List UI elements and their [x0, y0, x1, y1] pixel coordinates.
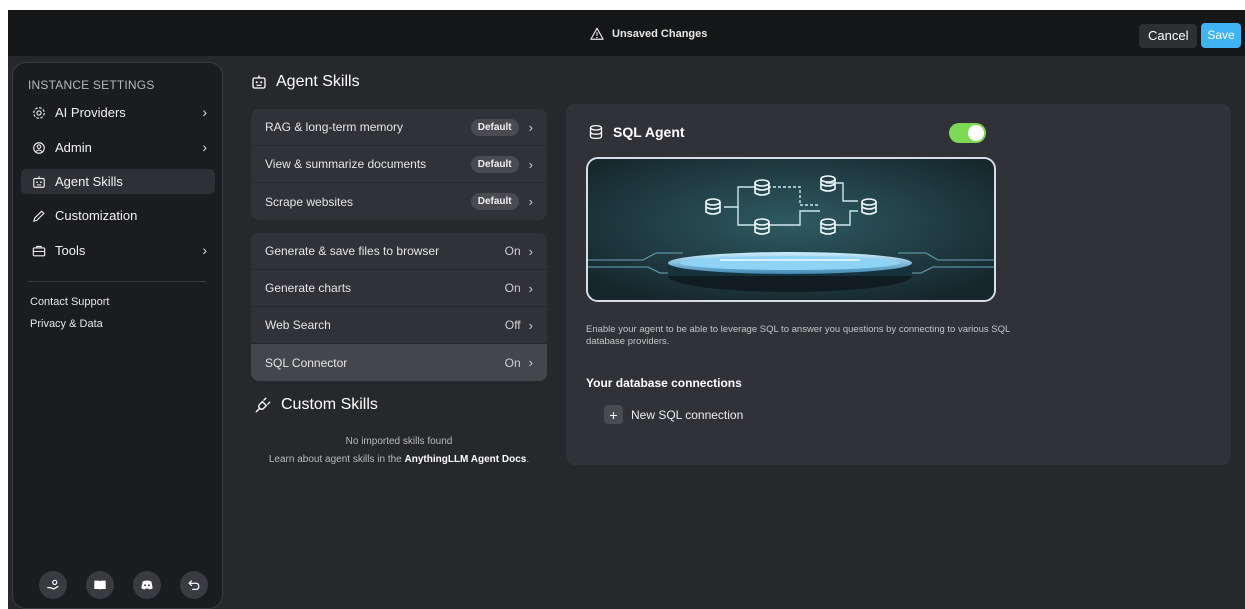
- panel-title-text: SQL Agent: [613, 124, 685, 140]
- skill-row-sql-connector[interactable]: SQL Connector On ›: [251, 344, 547, 381]
- chevron-right-icon: ›: [528, 156, 533, 172]
- sidebar-item-tools[interactable]: Tools ›: [21, 238, 215, 263]
- skill-row-view-summarize[interactable]: View & summarize documents Default ›: [251, 146, 547, 183]
- gear-icon: [31, 105, 47, 121]
- sidebar-item-customization[interactable]: Customization: [21, 203, 215, 228]
- sql-agent-toggle[interactable]: [949, 123, 986, 143]
- chevron-right-icon: ›: [528, 280, 533, 296]
- unsaved-changes-indicator: Unsaved Changes: [590, 27, 707, 41]
- warning-icon: [590, 27, 604, 40]
- top-bar: Unsaved Changes Cancel Save: [8, 10, 1245, 56]
- skill-row-scrape-websites[interactable]: Scrape websites Default ›: [251, 183, 547, 220]
- skill-state: On: [504, 355, 521, 370]
- default-badge: Default: [470, 193, 519, 210]
- skill-label: View & summarize documents: [265, 157, 427, 171]
- database-connections-heading: Your database connections: [586, 376, 742, 390]
- skill-label: SQL Connector: [265, 355, 348, 370]
- sidebar-item-label: Admin: [55, 140, 92, 155]
- skill-state: On: [504, 244, 521, 258]
- skill-label: RAG & long-term memory: [265, 120, 404, 134]
- sidebar-item-ai-providers[interactable]: AI Providers ›: [21, 100, 215, 125]
- sidebar-divider: [28, 281, 206, 282]
- sidebar-item-agent-skills[interactable]: Agent Skills: [21, 169, 215, 194]
- chevron-right-icon: ›: [528, 355, 533, 370]
- panel-title: SQL Agent: [588, 124, 685, 140]
- app-window: Unsaved Changes Cancel Save INSTANCE SET…: [8, 10, 1245, 609]
- custom-skills-title: Custom Skills: [254, 396, 378, 414]
- toggle-knob: [968, 125, 984, 141]
- chevron-right-icon: ›: [528, 317, 533, 333]
- sidebar-item-label: Agent Skills: [55, 174, 123, 189]
- no-skills-text: No imported skills found: [345, 436, 453, 447]
- user-gear-icon: [31, 140, 47, 156]
- plug-icon: [255, 397, 271, 413]
- skill-row-web-search[interactable]: Web Search Off ›: [251, 307, 547, 344]
- chevron-right-icon: ›: [528, 194, 533, 209]
- robot-icon: [31, 174, 47, 190]
- return-icon[interactable]: [180, 571, 208, 599]
- plus-icon: +: [604, 405, 623, 424]
- sidebar-footer: [39, 571, 208, 599]
- docs-suffix: .: [526, 454, 530, 465]
- sql-agent-panel: SQL Agent Enable your agent to be able t…: [566, 104, 1231, 465]
- skill-row-save-files[interactable]: Generate & save files to browser On ›: [251, 233, 547, 270]
- robot-icon: [252, 75, 266, 89]
- unsaved-changes-label: Unsaved Changes: [612, 28, 708, 40]
- sql-agent-description: Enable your agent to be able to leverage…: [586, 324, 1010, 347]
- default-badge: Default: [470, 118, 519, 136]
- agent-docs-link[interactable]: AnythingLLM Agent Docs: [405, 454, 527, 465]
- skill-state: Off: [504, 318, 521, 332]
- support-hand-icon[interactable]: [39, 571, 67, 599]
- page-title: Agent Skills: [251, 73, 360, 91]
- chevron-right-icon: ›: [528, 119, 533, 135]
- skill-label: Scrape websites: [265, 194, 354, 209]
- skill-label: Generate charts: [265, 281, 352, 295]
- skill-row-generate-charts[interactable]: Generate charts On ›: [251, 270, 547, 307]
- chevron-right-icon: ›: [202, 242, 207, 258]
- chevron-right-icon: ›: [202, 139, 207, 155]
- toolbox-icon: [31, 243, 47, 259]
- contact-support-link[interactable]: Contact Support: [30, 296, 110, 308]
- sidebar-item-label: Customization: [55, 208, 138, 223]
- sidebar-title: INSTANCE SETTINGS: [28, 78, 155, 92]
- sidebar-item-admin[interactable]: Admin ›: [21, 135, 215, 160]
- custom-skills-title-text: Custom Skills: [281, 396, 378, 413]
- chevron-right-icon: ›: [528, 243, 533, 259]
- privacy-data-link[interactable]: Privacy & Data: [30, 318, 103, 330]
- skill-row-rag-memory[interactable]: RAG & long-term memory Default ›: [251, 109, 547, 146]
- sql-agent-illustration: [586, 157, 996, 302]
- skill-state: On: [504, 281, 521, 295]
- database-icon: [589, 124, 603, 140]
- sidebar-item-label: Tools: [55, 243, 86, 258]
- docs-prefix: Learn about agent skills in the: [268, 454, 405, 465]
- discord-icon[interactable]: [133, 571, 161, 599]
- sidebar-item-label: AI Providers: [55, 105, 126, 120]
- skill-label: Web Search: [265, 318, 331, 332]
- configurable-skills-group: Generate & save files to browser On › Ge…: [251, 233, 547, 381]
- default-badge: Default: [470, 155, 519, 173]
- skill-label: Generate & save files to browser: [265, 244, 440, 258]
- save-button[interactable]: Save: [1201, 23, 1241, 48]
- brush-icon: [31, 208, 47, 224]
- settings-sidebar: INSTANCE SETTINGS AI Providers › Admin ›…: [12, 62, 223, 609]
- docs-hint: Learn about agent skills in the Anything…: [251, 451, 547, 469]
- no-skills-message: No imported skills found Learn about age…: [251, 433, 547, 469]
- book-icon[interactable]: [86, 571, 114, 599]
- page-title-text: Agent Skills: [276, 73, 360, 90]
- new-sql-connection-button[interactable]: + New SQL connection: [604, 405, 743, 424]
- new-sql-connection-label: New SQL connection: [631, 407, 744, 422]
- cancel-button[interactable]: Cancel: [1139, 24, 1198, 48]
- chevron-right-icon: ›: [202, 104, 207, 120]
- default-skills-group: RAG & long-term memory Default › View & …: [251, 109, 547, 220]
